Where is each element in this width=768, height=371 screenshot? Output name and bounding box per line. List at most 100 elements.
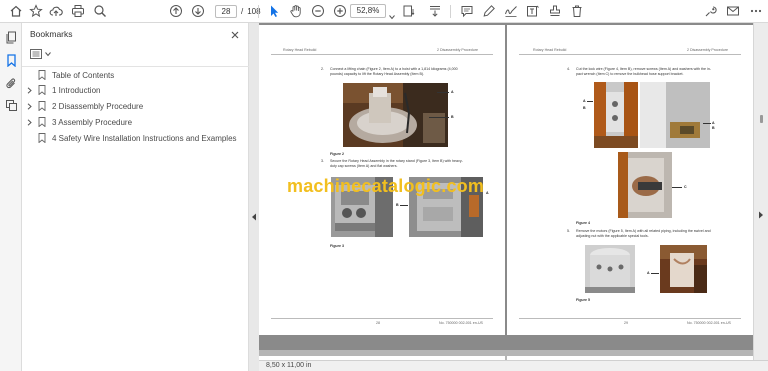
document-page-29: Rotary Head Rebuild 2 Disassembly Proced… <box>507 25 753 335</box>
callout-leader <box>437 92 449 93</box>
callout-b: B <box>396 203 399 207</box>
step-text: Secure the Rotary Head Assembly in the r… <box>330 159 463 163</box>
step-number: 5. <box>567 229 570 233</box>
figure-2-photo <box>343 83 448 147</box>
footer-rule <box>519 318 741 319</box>
page-header-right: 2 Disassembly Procedure <box>687 48 728 52</box>
page-navigator: 28 / 108 <box>215 4 261 18</box>
layers-icon[interactable] <box>3 97 19 113</box>
fit-page-icon[interactable] <box>401 3 417 19</box>
step-text: adjusting nut with the applicable specia… <box>576 234 649 238</box>
chevron-down-icon <box>45 52 51 57</box>
toolbar-divider <box>450 5 451 18</box>
comment-icon[interactable] <box>459 3 475 19</box>
page-header-left: Rotary Head Rebuild <box>533 48 567 52</box>
step-text: pact wrench (Item C) to remove the bulkh… <box>576 72 684 76</box>
panel-splitter[interactable] <box>249 23 259 371</box>
top-toolbar: 28 / 108 52,8% <box>0 0 768 23</box>
page-header-right: 2 Disassembly Procedure <box>437 48 478 52</box>
document-number: No. 750000 002-001 en-US <box>439 321 483 325</box>
page-thumbnails-icon[interactable] <box>3 29 19 45</box>
page-number-input[interactable]: 28 <box>215 4 237 18</box>
figure-5-caption: Figure 5 <box>576 298 590 302</box>
select-cursor-icon[interactable] <box>266 3 282 19</box>
page-size-readout: 8,50 x 11,00 in <box>266 362 312 369</box>
figure-2-caption: Figure 2 <box>330 152 344 156</box>
pdf-viewer-window: 28 / 108 52,8% Bookmarks Table of Conten… <box>0 0 768 371</box>
zoom-level-field[interactable]: 52,8% <box>350 4 386 18</box>
chevron-right-icon[interactable] <box>26 102 33 110</box>
bookmark-icon <box>38 70 46 80</box>
print-icon[interactable] <box>70 3 86 19</box>
vertical-scrollbar[interactable] <box>753 23 768 360</box>
expand-right-panel-icon[interactable] <box>758 211 764 219</box>
bookmark-item-assembly-procedure[interactable]: 3 Assembly Procedure <box>26 115 132 129</box>
document-viewport[interactable]: Rotary Head Rebuild 2 Disassembly Proced… <box>259 23 753 360</box>
bookmark-icon <box>38 117 46 127</box>
zoom-in-icon[interactable] <box>332 3 348 19</box>
callout-a: A <box>712 121 715 125</box>
bookmark-icon[interactable] <box>3 52 19 68</box>
bookmark-item-table-of-contents[interactable]: Table of Contents <box>26 68 114 82</box>
step-text: Remove the motors (Figure 5, Item A) wit… <box>576 229 711 233</box>
figure-4a-photo <box>594 82 638 148</box>
document-number: No. 750000 002-001 en-US <box>687 321 731 325</box>
bookmark-label: 1 Introduction <box>52 85 101 95</box>
bookmark-icon <box>38 85 46 95</box>
page-number: 28 <box>376 321 380 325</box>
callout-leader <box>429 117 449 118</box>
page-header-left: Rotary Head Rebuild <box>283 48 317 52</box>
delete-icon[interactable] <box>569 3 585 19</box>
zoom-out-icon[interactable] <box>310 3 326 19</box>
callout-b: B <box>583 106 586 110</box>
cloud-upload-icon[interactable] <box>48 3 64 19</box>
callout-leader <box>651 273 659 274</box>
callout-a: A <box>647 271 650 275</box>
figure-5b-photo <box>660 245 707 293</box>
list-options-icon <box>30 49 42 59</box>
bookmark-item-introduction[interactable]: 1 Introduction <box>26 83 100 97</box>
hand-tool-icon[interactable] <box>288 3 304 19</box>
previous-page-icon[interactable] <box>168 3 184 19</box>
chevron-right-icon[interactable] <box>26 86 33 94</box>
header-rule <box>271 54 493 55</box>
step-text: pounds) capacity to lift the Rotary Head… <box>330 72 425 76</box>
draw-signature-icon[interactable] <box>503 3 519 19</box>
watermark-text: machinecatalogic.com <box>287 176 485 196</box>
page-number: 29 <box>624 321 628 325</box>
home-icon[interactable] <box>8 3 24 19</box>
sign-out-tools-icon[interactable] <box>703 3 719 19</box>
scrollbar-thumb[interactable] <box>760 115 763 123</box>
bookmark-options-button[interactable] <box>30 48 52 60</box>
step-number: 4. <box>567 67 570 71</box>
footer-rule <box>271 318 493 319</box>
callout-leader <box>672 187 682 188</box>
next-page-icon[interactable] <box>190 3 206 19</box>
close-panel-icon[interactable] <box>230 27 240 39</box>
more-options-icon[interactable] <box>748 3 764 19</box>
figure-5a-photo <box>585 245 635 293</box>
callout-b: B <box>451 115 454 119</box>
scroll-mode-icon[interactable] <box>427 3 443 19</box>
bookmark-item-disassembly-procedure[interactable]: 2 Disassembly Procedure <box>26 99 143 113</box>
stamp-icon[interactable] <box>547 3 563 19</box>
mail-icon[interactable] <box>725 3 741 19</box>
zoom-dropdown-chevron-icon[interactable] <box>389 7 395 20</box>
bookmark-item-safety-wire[interactable]: 4 Safety Wire Installation Instructions … <box>26 131 237 145</box>
chevron-right-icon[interactable] <box>26 118 33 126</box>
step-text: Connect a lifting chain (Figure 2, Item … <box>330 67 458 71</box>
callout-a: A <box>486 191 489 195</box>
attachment-icon[interactable] <box>3 75 19 91</box>
callout-leader <box>400 205 408 206</box>
status-bar: 8,50 x 11,00 in <box>259 360 768 371</box>
search-icon[interactable] <box>92 3 108 19</box>
figure-4-caption: Figure 4 <box>576 221 590 225</box>
step-number: 3. <box>321 159 324 163</box>
bookmarks-panel: Bookmarks Table of Contents 1 Introducti… <box>22 23 249 371</box>
step-number: 2. <box>321 67 324 71</box>
highlight-pen-icon[interactable] <box>481 3 497 19</box>
star-icon[interactable] <box>28 3 44 19</box>
text-edit-icon[interactable] <box>525 3 541 19</box>
collapse-panel-icon[interactable] <box>251 213 257 221</box>
bookmark-icon <box>38 133 46 143</box>
